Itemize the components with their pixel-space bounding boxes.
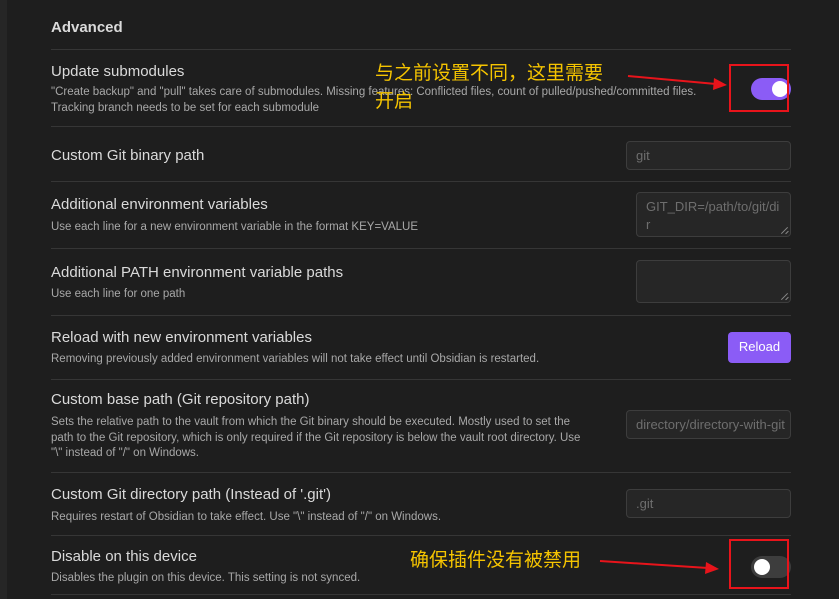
annotation-arrows <box>599 75 727 574</box>
annotation-note-submodules-line2: 开启 <box>375 91 414 112</box>
arrowhead <box>713 78 727 90</box>
annotation-note-disable: 确保插件没有被禁用 <box>410 550 582 571</box>
arrowhead <box>705 562 719 574</box>
annotation-note-submodules-line1: 与之前设置不同，这里需要 <box>375 63 604 84</box>
arrow-line <box>599 560 709 569</box>
arrow-line <box>627 75 717 85</box>
